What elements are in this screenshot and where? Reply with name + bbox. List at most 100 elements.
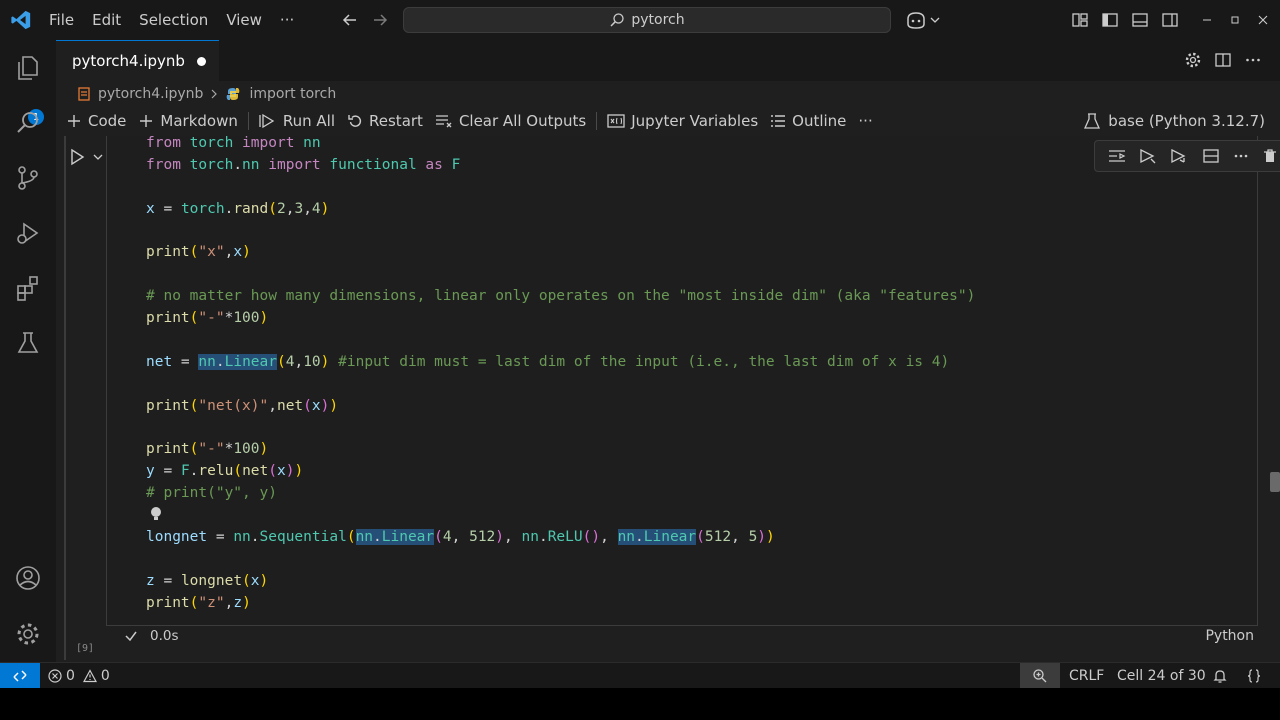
- cell-run-controls: [68, 148, 104, 166]
- search-icon: [609, 12, 625, 28]
- clear-all-outputs-label: Clear All Outputs: [458, 112, 587, 130]
- eol-indicator[interactable]: CRLF: [1069, 663, 1104, 688]
- cell-more-icon[interactable]: [1233, 148, 1249, 164]
- plus-icon: [66, 113, 82, 129]
- unsaved-dot-icon[interactable]: [197, 57, 206, 66]
- arrow-right-icon[interactable]: [370, 10, 390, 30]
- account-icon[interactable]: [12, 562, 44, 594]
- cell-status: 0.0s: [124, 628, 179, 644]
- problems-indicator[interactable]: 0 0: [48, 663, 110, 688]
- add-markdown-cell-button[interactable]: Markdown: [132, 107, 243, 135]
- copilot-icon: [905, 10, 927, 30]
- zoom-icon: [1032, 668, 1048, 684]
- run-all-icon: [259, 113, 277, 129]
- manage-gear-icon[interactable]: [12, 618, 44, 650]
- menu-view[interactable]: View: [217, 0, 271, 40]
- notebook-file-icon: [76, 86, 92, 102]
- restart-button[interactable]: Restart: [341, 107, 429, 135]
- code-editor[interactable]: from torch import nn from torch.nn import…: [146, 136, 975, 615]
- breadcrumb-symbol[interactable]: import torch: [249, 86, 336, 102]
- error-count: 0: [66, 667, 75, 684]
- add-code-cell-button[interactable]: Code: [60, 107, 132, 135]
- menu-edit[interactable]: Edit: [83, 0, 130, 40]
- restart-label: Restart: [369, 112, 423, 130]
- braces-icon[interactable]: [1246, 663, 1262, 688]
- chevron-down-icon: [930, 15, 940, 25]
- tab-pytorch4[interactable]: pytorch4.ipynb: [56, 40, 219, 81]
- clear-all-outputs-button[interactable]: Clear All Outputs: [429, 107, 592, 135]
- run-cell-icon[interactable]: [68, 148, 86, 166]
- add-code-label: Code: [88, 112, 127, 130]
- toolbar-divider: [596, 112, 598, 130]
- run-all-label: Run All: [282, 112, 336, 130]
- kernel-label: base (Python 3.12.7): [1108, 112, 1265, 130]
- gear-icon[interactable]: [1184, 51, 1202, 69]
- run-debug-icon[interactable]: [12, 217, 44, 249]
- outline-button[interactable]: Outline: [764, 107, 852, 135]
- menu-selection[interactable]: Selection: [130, 0, 217, 40]
- run-all-button[interactable]: Run All: [253, 107, 341, 135]
- cell-language[interactable]: Python: [1205, 628, 1254, 644]
- kernel-flask-icon: [1084, 112, 1101, 130]
- jupyter-variables-button[interactable]: Jupyter Variables: [601, 107, 764, 135]
- customize-layout-icon[interactable]: [1071, 11, 1089, 29]
- outline-list-icon: [770, 113, 786, 129]
- toolbar-more-button[interactable]: ···: [852, 107, 878, 135]
- arrow-left-icon[interactable]: [340, 10, 360, 30]
- toggle-secondary-sidebar-icon[interactable]: [1161, 11, 1179, 29]
- cell-duration: 0.0s: [150, 628, 179, 644]
- execute-above-icon[interactable]: [1108, 148, 1126, 164]
- menu-more[interactable]: ···: [271, 0, 303, 40]
- kernel-picker[interactable]: base (Python 3.12.7): [1084, 107, 1265, 135]
- source-control-icon[interactable]: [12, 162, 44, 194]
- execute-below-icon[interactable]: [1139, 148, 1157, 164]
- run-cell-and-below-icon[interactable]: [1170, 148, 1188, 164]
- error-icon: [48, 668, 62, 683]
- editor-tab-bar: pytorch4.ipynb: [56, 40, 1280, 81]
- testing-flask-icon[interactable]: [12, 327, 44, 359]
- split-cell-icon[interactable]: [1202, 148, 1220, 164]
- cell-toolbar: [1094, 140, 1280, 172]
- remote-icon: [12, 668, 28, 684]
- toolbar-more-label: ···: [858, 112, 873, 130]
- remote-indicator[interactable]: [0, 663, 40, 688]
- command-center-search[interactable]: pytorch: [403, 7, 891, 33]
- command-center-text: pytorch: [631, 12, 685, 28]
- copilot-button[interactable]: [905, 10, 940, 30]
- cell-position[interactable]: Cell 24 of 30: [1117, 663, 1206, 688]
- toggle-primary-sidebar-icon[interactable]: [1101, 11, 1119, 29]
- close-window-icon[interactable]: [1256, 11, 1270, 29]
- clear-all-icon: [435, 113, 453, 129]
- activity-bar: 1: [0, 40, 56, 662]
- letterbox-strip: [0, 688, 1280, 720]
- toggle-panel-icon[interactable]: [1131, 11, 1149, 29]
- chevron-right-icon: [209, 88, 219, 100]
- tab-label: pytorch4.ipynb: [72, 52, 185, 70]
- split-editor-icon[interactable]: [1214, 51, 1232, 69]
- explorer-icon[interactable]: [12, 52, 44, 84]
- execution-count: [9]: [76, 643, 95, 654]
- zoom-button[interactable]: [1020, 663, 1060, 688]
- restart-icon: [347, 113, 363, 129]
- scrollbar-thumb[interactable]: [1270, 472, 1280, 492]
- delete-cell-icon[interactable]: [1262, 148, 1278, 164]
- add-markdown-label: Markdown: [160, 112, 238, 130]
- minimize-icon[interactable]: [1200, 11, 1214, 29]
- warning-count: 0: [100, 667, 110, 684]
- cell-focus-indicator: [64, 136, 66, 660]
- warning-icon: [82, 668, 97, 683]
- breadcrumb-file[interactable]: pytorch4.ipynb: [98, 86, 203, 102]
- menu-file[interactable]: File: [40, 0, 83, 40]
- extensions-icon[interactable]: [12, 272, 44, 304]
- bell-icon[interactable]: [1212, 663, 1228, 688]
- search-icon[interactable]: [12, 107, 44, 139]
- restore-icon[interactable]: [1228, 11, 1242, 29]
- status-bar: 0 0 CRLF Cell 24 of 30: [0, 662, 1280, 688]
- vscode-logo-icon: [10, 9, 32, 31]
- chevron-down-icon[interactable]: [92, 151, 104, 163]
- jupyter-variables-label: Jupyter Variables: [631, 112, 759, 130]
- lightbulb-icon[interactable]: [149, 506, 163, 522]
- title-bar: File Edit Selection View ··· pytorch: [0, 0, 1280, 40]
- menu-bar: File Edit Selection View ···: [40, 0, 303, 40]
- more-actions-icon[interactable]: [1244, 51, 1262, 69]
